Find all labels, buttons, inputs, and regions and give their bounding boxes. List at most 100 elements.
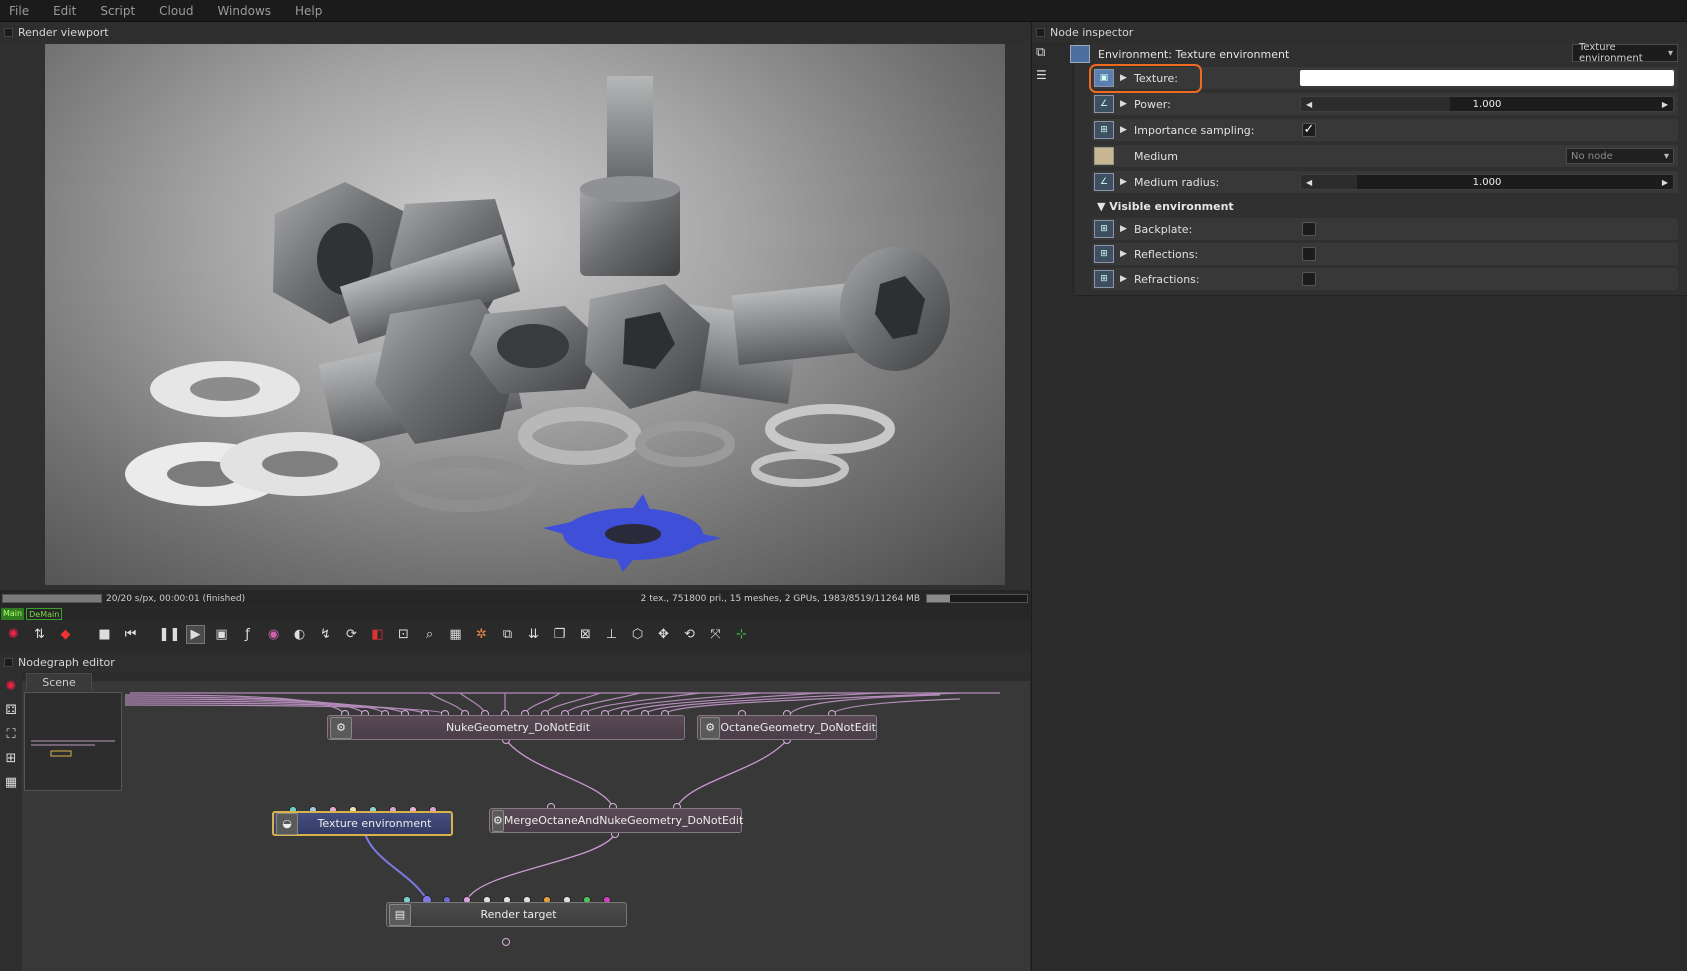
bool-pin-icon[interactable]: ⊞ — [1094, 121, 1114, 139]
expand-arrow-icon[interactable]: ▶ — [1120, 99, 1134, 109]
color-picker-icon[interactable]: ◉ — [264, 625, 283, 644]
menu-windows[interactable]: Windows — [208, 4, 286, 18]
texture-color-swatch[interactable] — [1300, 70, 1674, 86]
object-picker-icon[interactable]: ⟳ — [342, 625, 361, 644]
bool-pin-icon[interactable]: ⊞ — [1094, 220, 1114, 238]
fit-icon[interactable]: ⤧ — [706, 625, 725, 644]
importance-sampling-checkbox[interactable]: ✓ — [1302, 123, 1316, 137]
medium-pin-icon[interactable] — [1094, 147, 1114, 165]
node-label: OctaneGeometry_DoNotEdit — [720, 721, 876, 734]
medium-radius-slider[interactable]: ◀ 1.000 ▶ — [1300, 174, 1674, 190]
expand-arrow-icon[interactable]: ▶ — [1120, 224, 1134, 234]
power-value[interactable]: 1.000 — [1317, 99, 1657, 110]
stop-icon[interactable]: ■ — [95, 625, 114, 644]
medium-radius-value[interactable]: 1.000 — [1317, 177, 1657, 188]
cube-icon[interactable]: ◆ — [56, 625, 75, 644]
menu-script[interactable]: Script — [91, 4, 150, 18]
lock-viewport-icon[interactable]: ✲ — [472, 625, 491, 644]
param-medium-radius[interactable]: ∠ ▶ Medium radius: ◀ 1.000 ▶ — [1092, 171, 1678, 193]
pin-list-icon[interactable]: ⧉ — [1036, 45, 1045, 60]
decrement-arrow-icon[interactable]: ◀ — [1301, 178, 1317, 187]
param-importance-sampling[interactable]: ⊞ ▶ Importance sampling: ✓ — [1092, 119, 1678, 141]
restart-icon[interactable]: ⏮ — [121, 625, 140, 644]
expand-arrow-icon[interactable]: ▶ — [1120, 249, 1134, 259]
nodegraph-minimap[interactable] — [24, 692, 122, 791]
panel-toggle-checkbox[interactable] — [4, 657, 13, 667]
menu-cloud[interactable]: Cloud — [150, 4, 208, 18]
node-octane-geometry[interactable]: ⚙ OctaneGeometry_DoNotEdit — [697, 715, 877, 740]
layers-icon[interactable]: ❐ — [550, 625, 569, 644]
play-icon[interactable]: ▶ — [186, 624, 205, 644]
increment-arrow-icon[interactable]: ▶ — [1657, 178, 1673, 187]
power-slider[interactable]: ◀ 1.000 ▶ — [1300, 96, 1674, 112]
node-render-target[interactable]: ▤ Render target — [386, 902, 627, 927]
param-medium[interactable]: Medium No node — [1092, 145, 1678, 167]
render-progress-bar — [2, 594, 102, 603]
param-refractions[interactable]: ⊞ ▶ Refractions: — [1092, 268, 1678, 290]
environment-node-icon — [1070, 45, 1090, 63]
menu-file[interactable]: File — [0, 4, 44, 18]
nodegraph-canvas[interactable]: ✺ ⚃ ⛶ ⊞ ▦ ⚙ NukeGeometry_DoNotEdit ⚙ Oct… — [0, 671, 1030, 971]
tag-main[interactable]: Main — [1, 608, 25, 620]
pause-icon[interactable]: ❚❚ — [159, 625, 181, 644]
render-stats-text: 2 tex., 751800 pri., 15 meshes, 2 GPUs, … — [640, 593, 920, 604]
node-texture-environment[interactable]: ◒ Texture environment — [272, 811, 453, 836]
section-visible-environment[interactable]: ▼ Visible environment — [1097, 200, 1234, 213]
expand-arrow-icon[interactable]: ▶ — [1120, 177, 1134, 187]
panel-toggle-checkbox[interactable] — [1036, 27, 1045, 37]
save-render-icon[interactable]: ⇊ — [524, 625, 543, 644]
expand-arrow-icon[interactable]: ▶ — [1120, 125, 1134, 135]
rendered-scene-image — [125, 76, 950, 572]
render-status-bar: 20/20 s/px, 00:00:01 (finished) 2 tex., … — [0, 590, 1030, 607]
camera-picker-icon[interactable]: ◧ — [368, 625, 387, 644]
tab-scene[interactable]: Scene — [26, 673, 92, 691]
inspector-sidebar: ⧉ ☰ — [1031, 42, 1073, 971]
refractions-checkbox[interactable] — [1302, 272, 1316, 286]
menu-help[interactable]: Help — [286, 4, 337, 18]
move-icon[interactable]: ✥ — [654, 625, 673, 644]
region-picker-icon[interactable]: ⊡ — [394, 625, 413, 644]
clay-mode-icon[interactable]: ⊥ — [602, 625, 621, 644]
octane-logo-icon[interactable]: ✺ — [4, 625, 23, 644]
display-icon[interactable]: ▣ — [212, 625, 231, 644]
bool-pin-icon[interactable]: ⊞ — [1094, 270, 1114, 288]
increment-arrow-icon[interactable]: ▶ — [1657, 100, 1673, 109]
float-pin-icon[interactable]: ∠ — [1094, 173, 1114, 191]
node-type-select[interactable]: Texture environment — [1572, 42, 1678, 64]
rotate-icon[interactable]: ⟲ — [680, 625, 699, 644]
zoom-icon[interactable]: ⌕ — [420, 625, 439, 644]
param-backplate[interactable]: ⊞ ▶ Backplate: — [1092, 218, 1678, 240]
axis-gizmo-icon[interactable]: ⊹ — [732, 625, 751, 644]
memory-usage-fill — [927, 595, 950, 602]
menu-edit[interactable]: Edit — [44, 4, 91, 18]
inspector-node-title: Environment: Texture environment — [1070, 42, 1289, 66]
node-nuke-geometry[interactable]: ⚙ NukeGeometry_DoNotEdit — [327, 715, 685, 740]
render-region-icon[interactable]: ⇅ — [30, 625, 49, 644]
panel-toggle-checkbox[interactable] — [4, 27, 13, 37]
backplate-checkbox[interactable] — [1302, 222, 1316, 236]
panel-title: Render viewport — [18, 25, 109, 39]
menu-bar: File Edit Script Cloud Windows Help — [0, 0, 1687, 22]
export-icon[interactable]: ⊠ — [576, 625, 595, 644]
collapse-icon[interactable]: ☰ — [1036, 68, 1047, 82]
memory-usage-bar — [926, 594, 1028, 603]
material-picker-icon[interactable]: ↯ — [316, 625, 335, 644]
grid-icon[interactable]: ▦ — [446, 625, 465, 644]
tag-demain[interactable]: DeMain — [26, 608, 63, 620]
render-image[interactable] — [45, 44, 1005, 585]
reflections-checkbox[interactable] — [1302, 247, 1316, 261]
focus-icon[interactable]: ƒ — [238, 625, 257, 644]
node-label: Render target — [480, 908, 557, 921]
float-pin-icon[interactable]: ∠ — [1094, 95, 1114, 113]
param-reflections[interactable]: ⊞ ▶ Reflections: — [1092, 243, 1678, 265]
decrement-arrow-icon[interactable]: ◀ — [1301, 100, 1317, 109]
white-balance-icon[interactable]: ◐ — [290, 625, 309, 644]
copy-icon[interactable]: ⧉ — [498, 625, 517, 644]
bool-pin-icon[interactable]: ⊞ — [1094, 245, 1114, 263]
box-icon[interactable]: ⬡ — [628, 625, 647, 644]
medium-node-select[interactable]: No node — [1566, 148, 1674, 164]
render-viewport[interactable] — [0, 42, 1030, 590]
node-merge-geometry[interactable]: ⚙ MergeOctaneAndNukeGeometry_DoNotEdit — [489, 808, 743, 833]
param-power[interactable]: ∠ ▶ Power: ◀ 1.000 ▶ — [1092, 93, 1678, 115]
expand-arrow-icon[interactable]: ▶ — [1120, 274, 1134, 284]
